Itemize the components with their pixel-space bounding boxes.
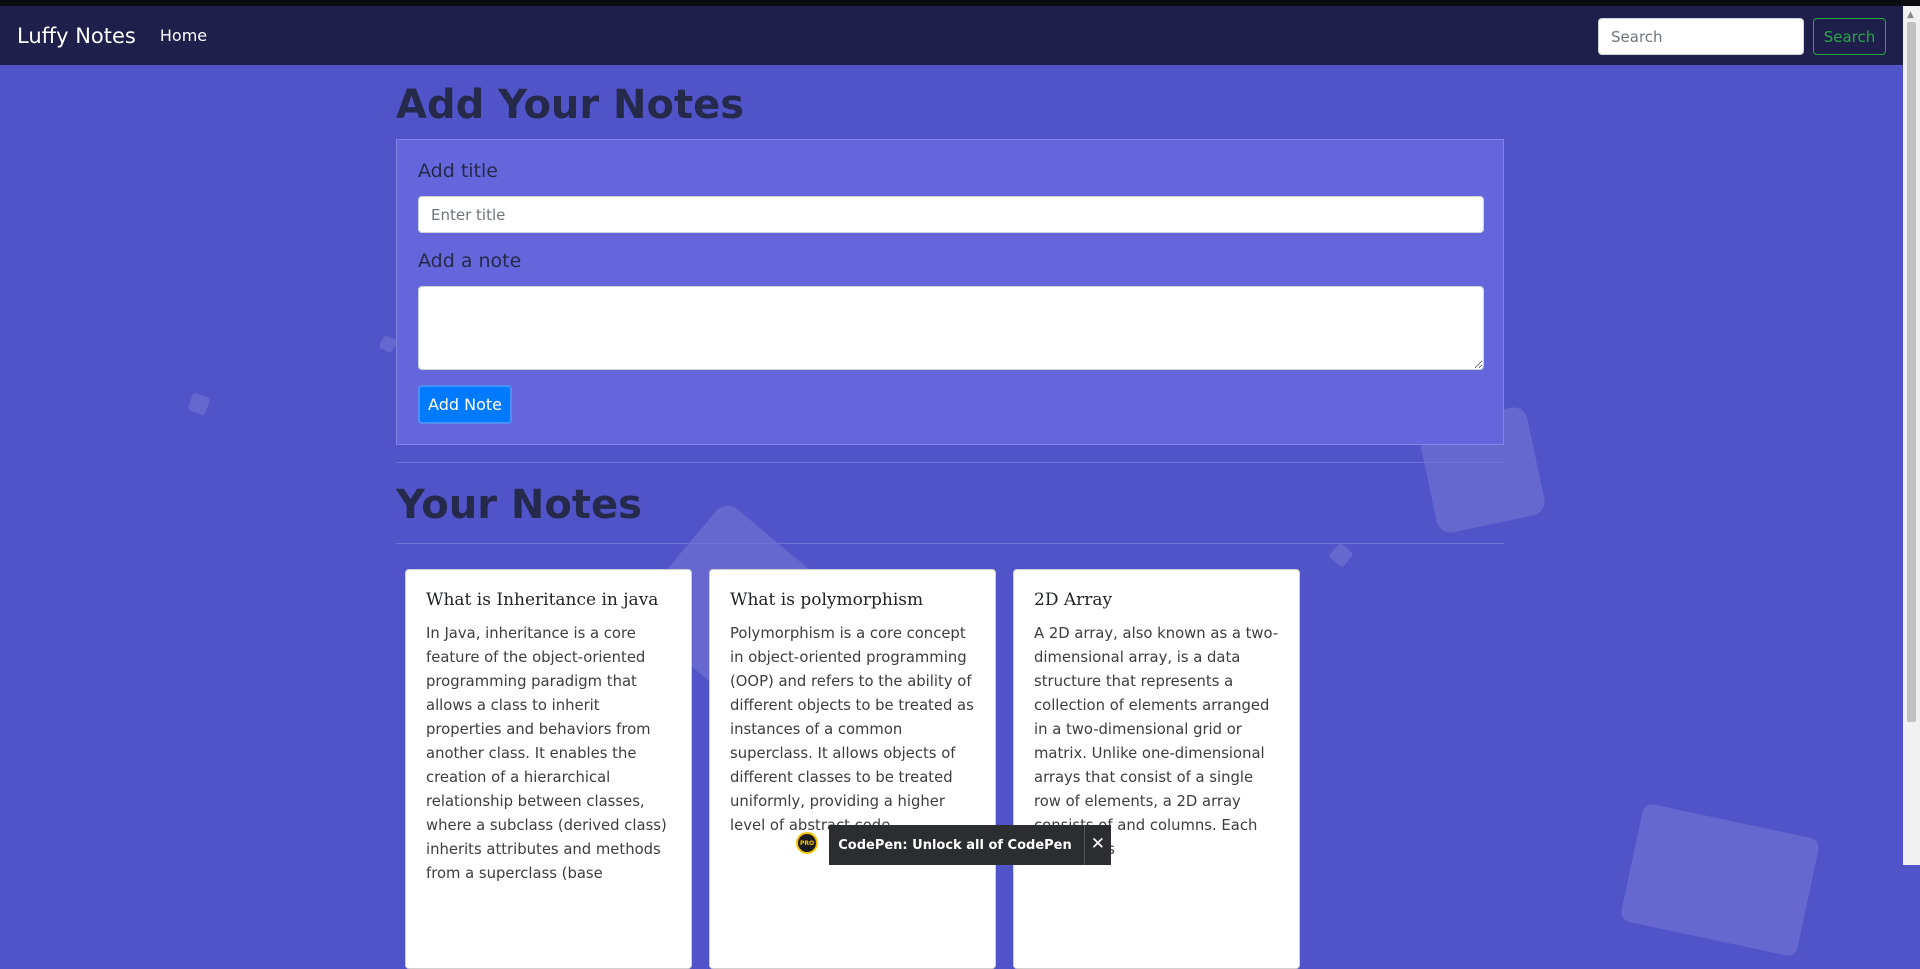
title-label: Add title — [418, 160, 498, 182]
decorative-square — [187, 392, 211, 416]
search-button[interactable]: Search — [1813, 18, 1886, 55]
decorative-square — [378, 334, 398, 354]
your-notes-heading: Your Notes — [396, 482, 642, 528]
note-card-text: Polymorphism is a core concept in object… — [730, 625, 974, 834]
note-card: 2D Array A 2D array, also known as a two… — [1013, 569, 1300, 969]
page-scrollbar[interactable]: ▲ — [1903, 6, 1920, 865]
codepen-banner[interactable]: CodePen: Unlock all of CodePen ✕ — [829, 825, 1111, 865]
divider — [396, 462, 1504, 463]
scrollbar-thumb[interactable] — [1907, 22, 1916, 722]
top-navbar: Luffy Notes Home Search — [0, 6, 1903, 65]
scroll-up-icon[interactable]: ▲ — [1907, 10, 1914, 20]
nav-home-link[interactable]: Home — [160, 26, 207, 45]
note-card-title: What is Inheritance in java — [426, 590, 659, 610]
add-note-button[interactable]: Add Note — [418, 385, 512, 424]
banner-separator — [1084, 825, 1085, 865]
add-notes-heading: Add Your Notes — [396, 82, 745, 128]
title-input[interactable] — [418, 196, 1484, 233]
note-textarea[interactable] — [418, 286, 1484, 370]
decorative-square — [1619, 802, 1821, 958]
decorative-square — [1328, 542, 1354, 568]
add-note-form: Add title Add a note Add Note — [396, 139, 1504, 445]
note-card-title: What is polymorphism — [730, 590, 924, 610]
search-input[interactable] — [1598, 18, 1804, 55]
codepen-pro-badge-icon[interactable]: PRO — [796, 832, 818, 854]
note-card: What is Inheritance in java In Java, inh… — [405, 569, 692, 969]
close-icon[interactable]: ✕ — [1091, 834, 1105, 854]
codepen-banner-text[interactable]: CodePen: Unlock all of CodePen — [838, 838, 1072, 853]
note-label: Add a note — [418, 250, 522, 272]
note-card-title: 2D Array — [1034, 590, 1113, 610]
note-card-text: In Java, inheritance is a core feature o… — [426, 625, 667, 882]
brand-logo[interactable]: Luffy Notes — [17, 24, 136, 48]
note-card: What is polymorphism Polymorphism is a c… — [709, 569, 996, 969]
divider — [396, 543, 1504, 544]
